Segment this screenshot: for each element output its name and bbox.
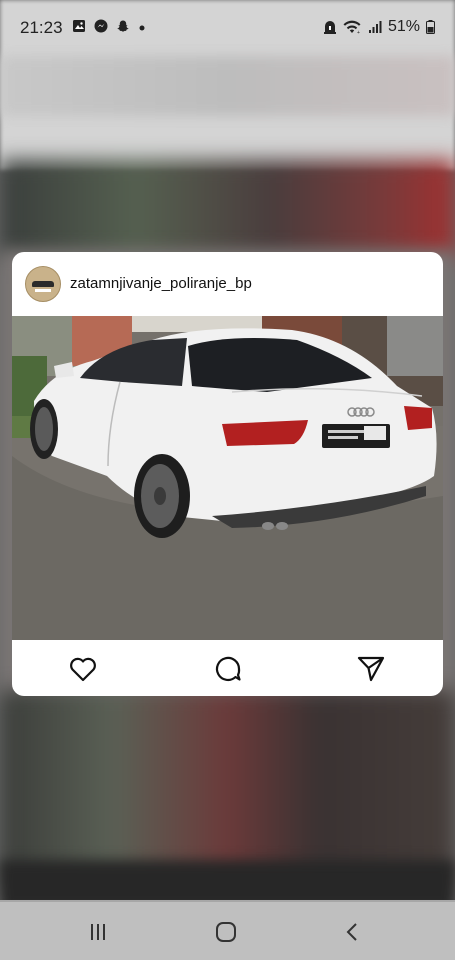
snapchat-icon	[117, 20, 129, 32]
post-actions	[12, 640, 443, 696]
alarm-icon	[323, 21, 336, 34]
heart-icon[interactable]	[68, 654, 98, 684]
recent-apps-icon[interactable]	[86, 920, 110, 944]
battery-percent: 51%	[387, 18, 420, 35]
status-bar: 21:23 + 51%	[0, 0, 455, 56]
post-header: zatamnjivanje_poliranje_bp	[12, 252, 443, 316]
avatar[interactable]	[25, 266, 61, 302]
send-icon[interactable]	[356, 654, 386, 684]
username[interactable]: zatamnjivanje_poliranje_bp	[70, 275, 252, 292]
home-icon[interactable]	[214, 920, 238, 944]
back-icon[interactable]	[341, 920, 365, 944]
status-time: 21:23	[20, 18, 63, 37]
signal-icon	[368, 21, 382, 33]
post-card: zatamnjivanje_poliranje_bp	[12, 252, 443, 696]
navigation-bar	[0, 902, 455, 960]
dot-icon	[139, 25, 145, 31]
battery-icon	[426, 20, 435, 34]
wifi-icon: +	[343, 20, 361, 35]
gallery-icon	[73, 20, 85, 32]
car-photo	[12, 316, 443, 640]
messenger-icon	[94, 19, 108, 33]
post-photo[interactable]	[12, 316, 443, 640]
comment-icon[interactable]	[213, 654, 243, 684]
svg-text:+: +	[357, 30, 360, 35]
